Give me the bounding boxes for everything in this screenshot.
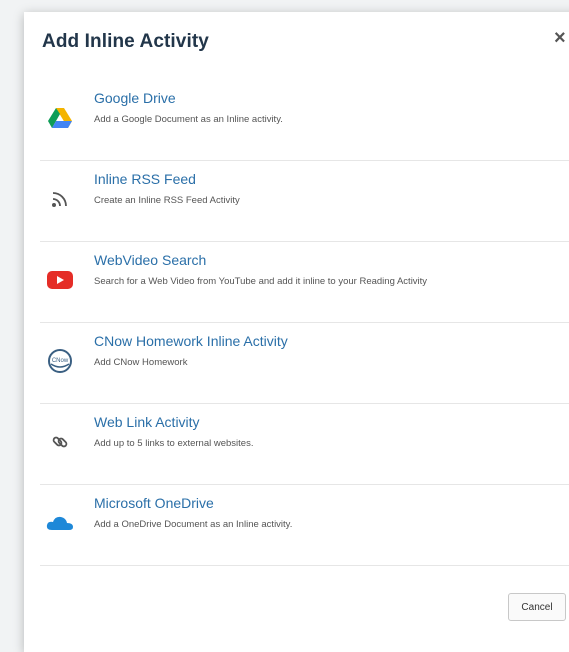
activity-name: Inline RSS Feed: [94, 171, 196, 187]
rss-feed-icon: [46, 185, 74, 213]
activity-item-webvideo-search[interactable]: WebVideo Search Search for a Web Video f…: [40, 242, 569, 323]
activity-description: Add a Google Document as an Inline activ…: [94, 114, 283, 125]
activity-name: Google Drive: [94, 90, 176, 106]
activity-description: Search for a Web Video from YouTube and …: [94, 276, 428, 287]
activity-description: Add CNow Homework: [94, 357, 188, 368]
add-inline-activity-dialog: Add Inline Activity × Google Drive Add a…: [24, 12, 569, 652]
dialog-title: Add Inline Activity: [42, 31, 209, 52]
activity-description: Create an Inline RSS Feed Activity: [94, 195, 240, 206]
youtube-icon: [46, 266, 74, 294]
google-drive-icon: [46, 104, 74, 132]
cnow-icon: CNow: [46, 347, 74, 375]
activity-description: Add a OneDrive Document as an Inline act…: [94, 519, 293, 530]
svg-text:CNow: CNow: [52, 358, 69, 364]
activity-item-web-link[interactable]: Web Link Activity Add up to 5 links to e…: [40, 404, 569, 485]
activity-name: Microsoft OneDrive: [94, 495, 214, 511]
activity-description: Add up to 5 links to external websites.: [94, 438, 254, 449]
activity-item-google-drive[interactable]: Google Drive Add a Google Document as an…: [40, 80, 569, 161]
activity-name: CNow Homework Inline Activity: [94, 333, 288, 349]
activity-item-rss-feed[interactable]: Inline RSS Feed Create an Inline RSS Fee…: [40, 161, 569, 242]
link-icon: [46, 428, 74, 456]
activity-name: WebVideo Search: [94, 252, 207, 268]
activity-item-cnow-homework[interactable]: CNow CNow Homework Inline Activity Add C…: [40, 323, 569, 404]
close-button[interactable]: ×: [554, 28, 566, 48]
cancel-button[interactable]: Cancel: [508, 593, 566, 621]
activity-item-onedrive[interactable]: Microsoft OneDrive Add a OneDrive Docume…: [40, 485, 569, 566]
activity-list: Google Drive Add a Google Document as an…: [40, 80, 569, 566]
activity-name: Web Link Activity: [94, 414, 200, 430]
onedrive-icon: [46, 509, 74, 537]
